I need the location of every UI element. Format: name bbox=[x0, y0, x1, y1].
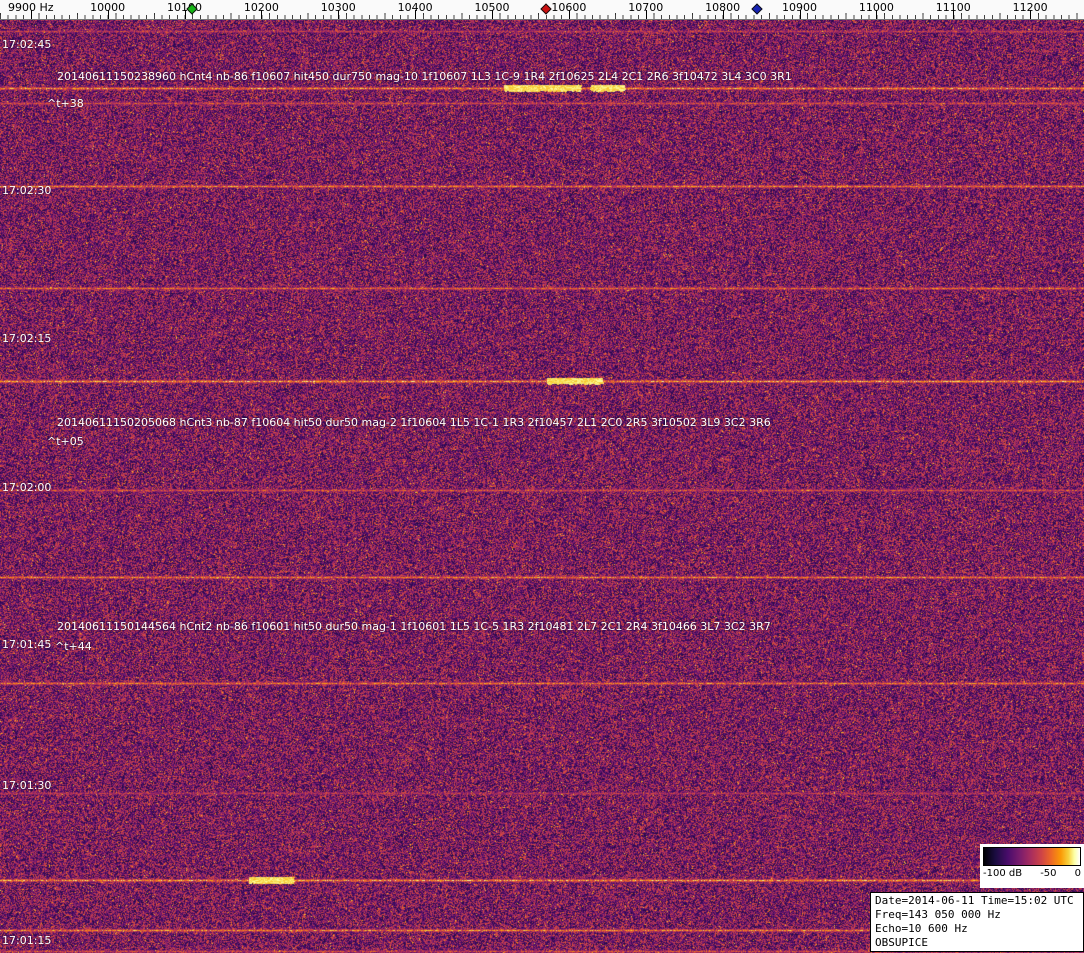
freq-label: 10700 bbox=[628, 1, 664, 14]
spectrogram-app: 9900 Hz 10000 10100 10200 10300 10400 10500 106… bbox=[0, 0, 1084, 953]
frequency-minor-ticks bbox=[0, 15, 1084, 19]
info-box: Date=2014-06-11 Time=15:02 UTC Freq=143 … bbox=[870, 892, 1084, 952]
freq-label: 11100 bbox=[935, 1, 971, 14]
freq-label: 10900 bbox=[782, 1, 818, 14]
colorbar-labels: -100 dB -50 0 bbox=[983, 868, 1081, 879]
info-date-time: Date=2014-06-11 Time=15:02 UTC bbox=[875, 894, 1074, 907]
colorbar-label-min: -100 dB bbox=[983, 868, 1023, 879]
detection-record: 20140611150238960 hCnt4 nb-86 f10607 hit… bbox=[57, 70, 792, 84]
info-observer: OBSUPICE bbox=[875, 936, 928, 949]
time-label: 17:02:15 bbox=[2, 331, 52, 345]
freq-label: 10200 bbox=[243, 1, 279, 14]
time-label: 17:01:15 bbox=[2, 934, 52, 948]
freq-label: 10000 bbox=[90, 1, 126, 14]
freq-label: 10300 bbox=[320, 1, 356, 14]
freq-label: 10800 bbox=[705, 1, 741, 14]
freq-label: 10400 bbox=[397, 1, 433, 14]
detection-tag: ^t+05 bbox=[47, 435, 84, 449]
colorbar-label-max: 0 bbox=[1074, 868, 1081, 879]
freq-label: 10500 bbox=[474, 1, 510, 14]
time-label: 17:01:45 bbox=[2, 637, 52, 651]
time-label: 17:02:45 bbox=[2, 37, 52, 51]
freq-label: 11200 bbox=[1012, 1, 1048, 14]
info-echo: Echo=10 600 Hz bbox=[875, 922, 968, 935]
waterfall-panel: 17:02:45 17:02:30 17:02:15 17:02:00 17:01:45… bbox=[0, 20, 1084, 953]
time-label: 17:01:30 bbox=[2, 779, 52, 793]
freq-label: 9900 Hz bbox=[7, 1, 54, 14]
frequency-ruler: 9900 Hz 10000 10100 10200 10300 10400 10500 106… bbox=[0, 0, 1084, 20]
detection-tag: ^t+38 bbox=[47, 96, 84, 110]
detection-tag: ^t+44 bbox=[55, 639, 92, 653]
colorbar-label-mid: -50 bbox=[1040, 868, 1057, 879]
freq-label: 10600 bbox=[551, 1, 587, 14]
time-label: 17:02:00 bbox=[2, 480, 52, 494]
colorbar-gradient bbox=[983, 847, 1081, 866]
colorbar-legend: -100 dB -50 0 bbox=[980, 844, 1084, 888]
info-frequency: Freq=143 050 000 Hz bbox=[875, 908, 1001, 921]
detection-record: 20140611150144564 hCnt2 nb-86 f10601 hit… bbox=[57, 619, 771, 633]
time-label: 17:02:30 bbox=[2, 184, 52, 198]
spectrogram-overlay: 17:02:45 17:02:30 17:02:15 17:02:00 17:01:45… bbox=[0, 20, 1084, 953]
detection-record: 20140611150205068 hCnt3 nb-87 f10604 hit… bbox=[57, 415, 771, 429]
freq-label: 11000 bbox=[858, 1, 894, 14]
